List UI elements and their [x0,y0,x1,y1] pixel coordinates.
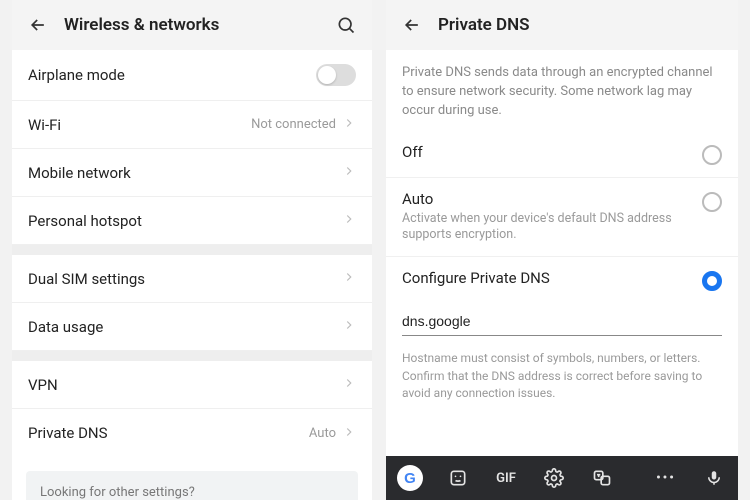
mic-icon[interactable] [698,456,730,500]
chevron-right-icon [342,317,356,336]
wifi-row[interactable]: Wi-Fi Not connected [12,101,372,149]
chevron-right-icon [342,115,356,134]
private-dns-panel: Private DNS Private DNS sends data throu… [386,0,738,500]
airplane-mode-row[interactable]: Airplane mode [12,50,372,101]
chevron-right-icon [342,424,356,443]
chevron-right-icon [342,211,356,230]
airplane-mode-toggle[interactable] [316,64,356,86]
header-left: Wireless & networks [12,0,372,50]
dns-auto-sub: Activate when your device's default DNS … [402,211,690,245]
personal-hotspot-label: Personal hotspot [28,212,342,230]
radio-auto[interactable] [702,192,722,212]
mobile-network-label: Mobile network [28,164,342,182]
dns-configure-label: Configure Private DNS [402,269,690,287]
personal-hotspot-row[interactable]: Personal hotspot [12,197,372,245]
dns-hostname-hint: Hostname must consist of symbols, number… [386,342,738,418]
section-divider [12,351,372,361]
section-divider [12,245,372,255]
hint-question: Looking for other settings? [40,485,344,500]
chevron-right-icon [342,375,356,394]
mobile-network-row[interactable]: Mobile network [12,149,372,197]
private-dns-value: Auto [309,426,336,441]
wireless-settings-list: Airplane mode Wi-Fi Not connected Mobile… [12,50,372,500]
google-logo-icon[interactable]: G [394,456,426,500]
translate-icon[interactable] [586,456,618,500]
dual-sim-label: Dual SIM settings [28,270,342,288]
other-settings-card: Looking for other settings? Call setting… [26,471,358,500]
dns-off-label: Off [402,143,690,161]
search-icon[interactable] [334,13,358,37]
wireless-networks-panel: Wireless & networks Airplane mode Wi-Fi … [12,0,372,500]
data-usage-label: Data usage [28,318,342,336]
more-icon[interactable]: ••• [650,456,682,500]
chevron-right-icon [342,163,356,182]
radio-configure[interactable] [702,271,722,291]
page-title-left: Wireless & networks [64,15,320,35]
chevron-right-icon [342,269,356,288]
private-dns-description: Private DNS sends data through an encryp… [386,50,738,131]
airplane-mode-label: Airplane mode [28,66,316,84]
private-dns-content: Private DNS sends data through an encryp… [386,50,738,456]
data-usage-row[interactable]: Data usage [12,303,372,351]
wifi-label: Wi-Fi [28,116,251,134]
dns-auto-label: Auto [402,190,690,208]
wifi-value: Not connected [251,117,336,132]
settings-icon[interactable] [538,456,570,500]
page-title-right: Private DNS [438,15,724,35]
dual-sim-row[interactable]: Dual SIM settings [12,255,372,303]
back-icon[interactable] [400,13,424,37]
dns-hostname-input[interactable] [402,307,722,336]
radio-off[interactable] [702,145,722,165]
header-right: Private DNS [386,0,738,50]
private-dns-row[interactable]: Private DNS Auto [12,409,372,457]
dns-option-auto[interactable]: Auto Activate when your device's default… [386,178,738,258]
private-dns-label: Private DNS [28,424,309,442]
vpn-row[interactable]: VPN [12,361,372,409]
back-icon[interactable] [26,13,50,37]
gif-button[interactable]: GIF [490,456,522,500]
dns-option-configure[interactable]: Configure Private DNS [386,257,738,303]
dns-option-off[interactable]: Off [386,131,738,178]
sticker-icon[interactable] [442,456,474,500]
keyboard-toolbar: G GIF ••• [386,456,738,500]
vpn-label: VPN [28,376,342,394]
dns-hostname-field-wrap [386,303,738,342]
